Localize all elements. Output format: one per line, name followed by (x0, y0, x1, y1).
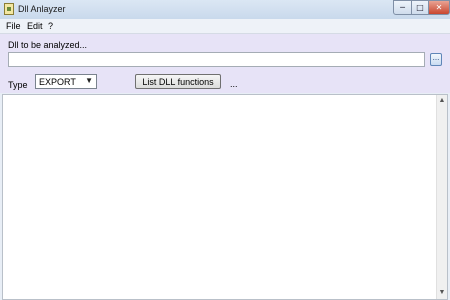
menu-bar: File Edit ? (0, 19, 450, 34)
close-button[interactable]: ✕ (428, 0, 450, 15)
minimize-button[interactable]: ─ (393, 0, 412, 15)
chevron-down-icon: ▼ (85, 76, 93, 85)
maximize-button[interactable]: □ (411, 0, 429, 15)
title-bar[interactable]: Dll Anlayzer ─ □ ✕ (0, 0, 450, 19)
dll-label: Dll to be analyzed... (8, 40, 88, 50)
scroll-down-icon[interactable]: ▼ (437, 287, 447, 299)
vertical-scrollbar[interactable]: ▲ ▼ (436, 95, 447, 299)
extra-ellipsis: ... (230, 79, 238, 89)
menu-help[interactable]: ? (48, 21, 53, 31)
output-area[interactable]: ▲ ▼ (2, 94, 448, 300)
scroll-up-icon[interactable]: ▲ (437, 95, 447, 107)
list-dll-functions-button[interactable]: List DLL functions (135, 74, 221, 89)
dll-path-input[interactable] (8, 52, 425, 67)
browse-button[interactable]: ... (430, 53, 442, 66)
window-title: Dll Anlayzer (18, 4, 66, 14)
type-label: Type (8, 80, 28, 90)
menu-edit[interactable]: Edit (27, 21, 43, 31)
type-selected-value: EXPORT (39, 77, 76, 87)
type-select[interactable]: EXPORT ▼ (35, 74, 97, 89)
app-icon (4, 3, 14, 15)
menu-file[interactable]: File (6, 21, 21, 31)
input-panel: Dll to be analyzed... ... Type EXPORT ▼ … (0, 34, 450, 93)
